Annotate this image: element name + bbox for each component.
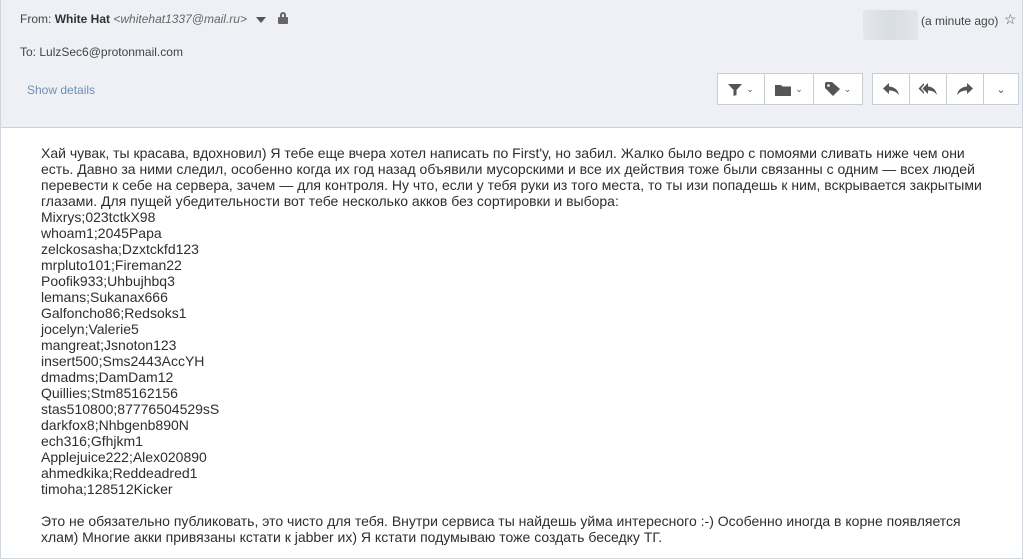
chevron-down-icon: ⌄ [843,83,852,94]
from-label: From: [20,12,52,26]
sender-email[interactable]: <whitehat1337@mail.ru> [113,12,247,26]
recipient-email[interactable]: LulzSec6@protonmail.com [39,45,183,59]
list-item: insert500;Sms2443AccYH [41,353,205,369]
account-list: Mixrys;023tctkX98 whoam1;2045Papa zelcko… [41,209,991,497]
toolbar-labels: ⌄ ⌄ ⌄ [717,73,863,105]
reply-all-icon [918,83,937,95]
list-item: mangreat;Jsnoton123 [41,337,177,353]
toolbar-actions: ⌄ [872,73,1019,105]
list-item: ahmedkika;Reddeadred1 [41,465,198,481]
reply-button[interactable] [872,73,910,105]
to-row: To: LulzSec6@protonmail.com [20,45,183,59]
email-view: From: White Hat <whitehat1337@mail.ru> T… [0,0,1023,559]
star-icon[interactable]: ☆ [1004,11,1017,28]
list-item: lemans;Sukanax666 [41,289,168,305]
list-item: Quillies;Stm85162156 [41,385,178,401]
message-time: (a minute ago) [921,14,999,28]
chevron-down-icon[interactable] [256,16,267,23]
list-item: whoam1;2045Papa [41,225,162,241]
more-actions-button[interactable]: ⌄ [983,73,1019,105]
list-item: jocelyn;Valerie5 [41,321,139,337]
list-item: mrpluto101;Fireman22 [41,257,182,273]
folder-icon [775,84,792,96]
reply-all-button[interactable] [909,73,947,105]
list-item: Applejuice222;Alex020890 [41,449,207,465]
list-item: dmadms;DamDam12 [41,369,174,385]
redacted-date [863,10,918,40]
move-to-folder-button[interactable]: ⌄ [764,73,814,105]
tag-icon [824,82,840,96]
list-item: darkfox8;Nhbgenb890N [41,417,189,433]
list-item: Galfoncho86;Redsoks1 [41,305,187,321]
list-item: Mixrys;023tctkX98 [41,209,156,225]
from-row: From: White Hat <whitehat1337@mail.ru> [20,12,288,26]
message-body: Хай чувак, ты красава, вдохновил) Я тебе… [41,145,991,545]
list-item: ech316;Gfhjkm1 [41,433,143,449]
list-item: stas510800;87776504529sS [41,401,220,417]
list-item: timoha;128512Kicker [41,481,173,497]
filter-button[interactable]: ⌄ [717,73,765,105]
show-details-link[interactable]: Show details [27,83,95,97]
sender-name[interactable]: White Hat [55,12,110,26]
chevron-down-icon: ⌄ [795,83,803,94]
to-label: To: [20,45,37,59]
message-intro: Хай чувак, ты красава, вдохновил) Я тебе… [41,145,982,209]
lock-icon [277,12,288,24]
forward-button[interactable] [946,73,984,105]
filter-icon [728,83,743,96]
list-item: Poofik933;Uhbujhbq3 [41,273,175,289]
label-button[interactable]: ⌄ [813,73,863,105]
chevron-down-icon: ⌄ [746,83,754,94]
message-header: From: White Hat <whitehat1337@mail.ru> T… [1,0,1022,128]
reply-icon [883,83,899,95]
forward-icon [957,83,973,95]
list-item: zelckosasha;Dzxtckfd123 [41,241,199,257]
message-closing: Это не обязательно публиковать, это чист… [41,513,961,545]
more-chevron-icon: ⌄ [996,83,1006,96]
